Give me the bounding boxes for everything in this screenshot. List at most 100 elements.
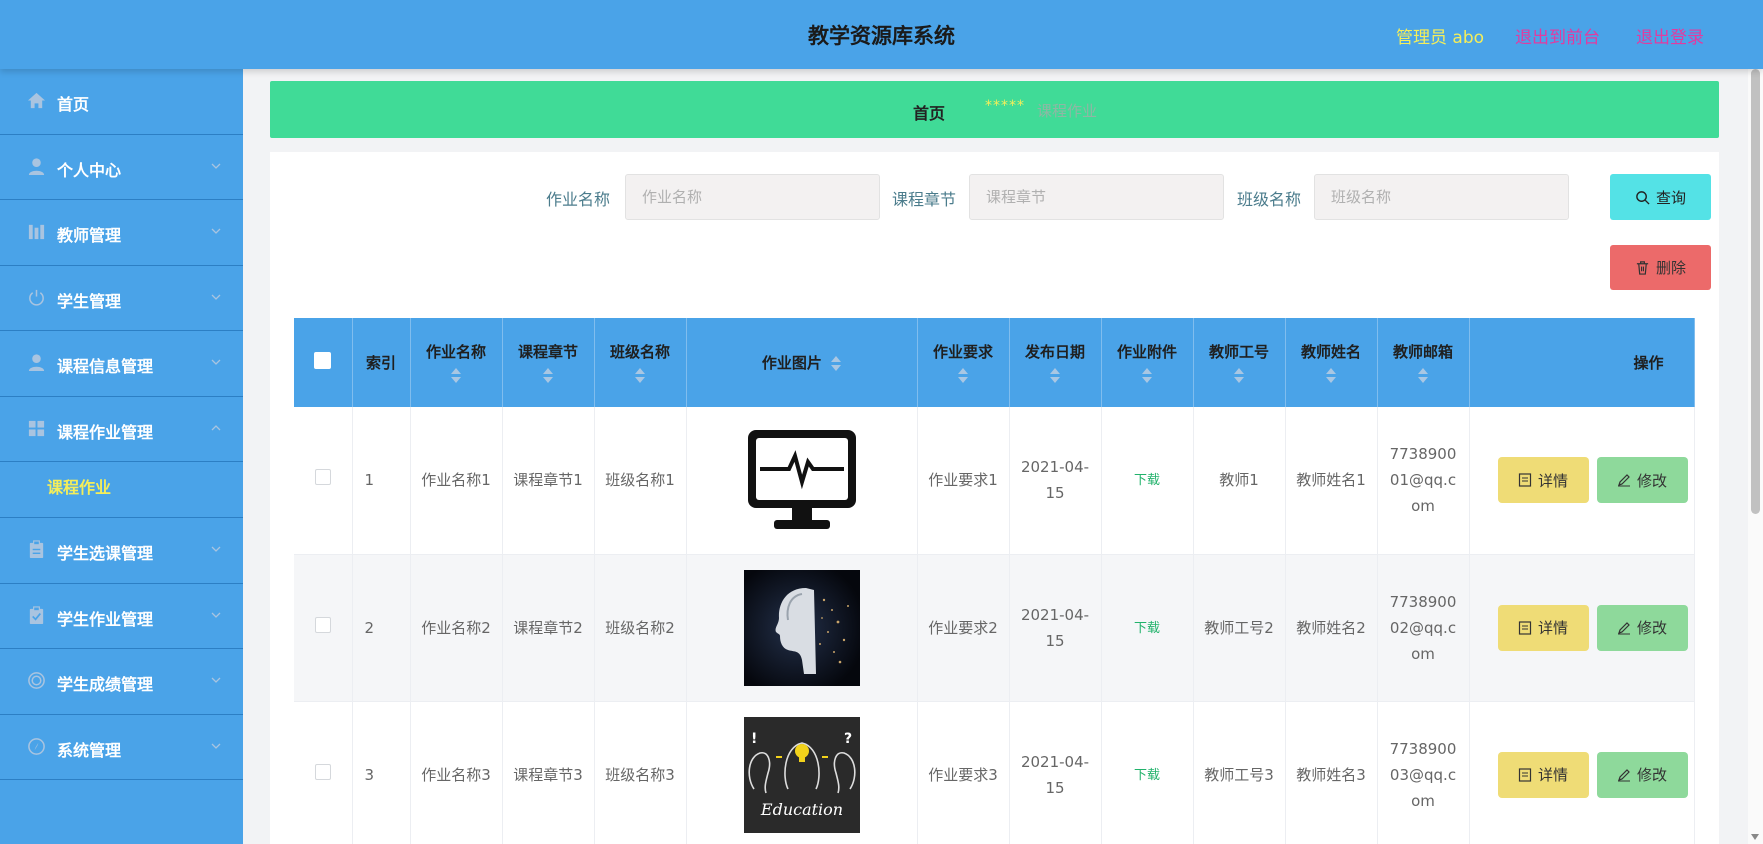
homework-image-education[interactable]: ! ? Education	[743, 716, 860, 833]
download-link[interactable]: 下载	[1134, 621, 1160, 636]
cell-chapter: 课程章节3	[502, 701, 595, 844]
edit-pen-icon	[1617, 474, 1630, 487]
cell-teacher-name: 教师姓名2	[1285, 554, 1378, 702]
edit-button-label: 修改	[1636, 472, 1667, 490]
edit-button[interactable]: 修改	[1596, 604, 1688, 651]
submenu: 课程作业	[0, 462, 243, 518]
submenu-item-course-homework[interactable]: 课程作业	[47, 474, 111, 498]
scrollbar-thumb[interactable]	[1751, 69, 1760, 514]
grid-icon	[28, 420, 45, 436]
cell-homework-name: 作业名称3	[410, 701, 503, 844]
breadcrumb-separator: *****	[985, 98, 1025, 114]
row-checkbox[interactable]	[314, 763, 331, 780]
column-header-label: 作业名称	[425, 343, 486, 361]
document-icon	[1518, 767, 1532, 782]
back-to-front-link[interactable]: 退出到前台	[1515, 23, 1600, 48]
sort-icon[interactable]	[1142, 368, 1152, 384]
sort-icon[interactable]	[958, 368, 968, 384]
cell-teacher-id: 教师1	[1193, 407, 1286, 555]
homework-table: 索引 作业名称 课程章节 班级名称 作业图片 作业要求 发布日期 作业附件 教师…	[294, 318, 1695, 844]
download-link[interactable]: 下载	[1134, 768, 1160, 783]
column-header-requirement[interactable]: 作业要求	[917, 318, 1010, 407]
sidebar-item-label: 首页	[57, 95, 90, 114]
delete-button-label: 删除	[1655, 260, 1686, 277]
query-button[interactable]: 查询	[1610, 174, 1711, 220]
column-header-teacher-email[interactable]: 教师邮箱	[1377, 318, 1470, 407]
download-link[interactable]: 下载	[1134, 473, 1160, 488]
sidebar-item-student-homework-management[interactable]: 学生作业管理	[0, 584, 243, 649]
cell-homework-name: 作业名称2	[410, 554, 503, 702]
sidebar-item-teacher-management[interactable]: 教师管理	[0, 200, 243, 266]
row-checkbox-cell	[294, 407, 353, 555]
edit-button[interactable]: 修改	[1596, 751, 1688, 798]
cell-attachment: 下载	[1101, 701, 1194, 844]
detail-button-label: 详情	[1537, 767, 1568, 784]
column-header-image[interactable]: 作业图片	[686, 318, 918, 407]
column-header-publish-date[interactable]: 发布日期	[1009, 318, 1102, 407]
sidebar-item-home[interactable]: 首页	[0, 69, 243, 135]
chevron-down-icon	[211, 163, 221, 169]
cell-chapter: 课程章节2	[502, 554, 595, 702]
column-header-label: 作业图片	[761, 354, 822, 372]
breadcrumb-home[interactable]: 首页	[913, 100, 945, 124]
detail-button[interactable]: 详情	[1497, 751, 1589, 798]
sort-icon[interactable]	[831, 355, 842, 372]
query-button-label: 查询	[1655, 189, 1686, 207]
class-name-input[interactable]	[1314, 174, 1569, 220]
logout-link[interactable]: 退出登录	[1636, 23, 1704, 48]
delete-button[interactable]: 删除	[1610, 245, 1711, 290]
sidebar-item-system-management[interactable]: 系统管理	[0, 715, 243, 780]
sidebar-item-label: 学生管理	[57, 291, 122, 311]
vertical-scrollbar[interactable]	[1748, 69, 1763, 844]
cell-homework-name: 作业名称1	[410, 407, 503, 555]
homework-image-monitor[interactable]	[743, 422, 860, 539]
sidebar-item-student-management[interactable]: 学生管理	[0, 266, 243, 331]
homework-name-label: 作业名称	[546, 190, 611, 209]
scroll-down-arrow-icon[interactable]	[1751, 834, 1759, 840]
cell-teacher-name: 教师姓名1	[1285, 407, 1378, 555]
detail-button[interactable]: 详情	[1497, 457, 1589, 504]
chapter-input[interactable]	[969, 174, 1224, 220]
cell-teacher-name: 教师姓名3	[1285, 701, 1378, 844]
row-checkbox[interactable]	[314, 616, 331, 633]
column-header-actions: 操作	[1469, 318, 1695, 407]
sort-icon[interactable]	[451, 368, 461, 384]
document-icon	[1518, 620, 1532, 635]
detail-button-label: 详情	[1537, 620, 1568, 637]
user-icon	[28, 354, 45, 372]
cell-teacher-email: 773890002@qq.com	[1377, 554, 1470, 702]
sort-icon[interactable]	[1418, 368, 1428, 384]
sidebar-item-student-grades-management[interactable]: 学生成绩管理	[0, 649, 243, 715]
sort-icon[interactable]	[1234, 368, 1244, 384]
cell-attachment: 下载	[1101, 554, 1194, 702]
column-header-teacher-name[interactable]: 教师姓名	[1285, 318, 1378, 407]
column-header-attachment[interactable]: 作业附件	[1101, 318, 1194, 407]
sidebar-item-personal-center[interactable]: 个人中心	[0, 135, 243, 200]
detail-button[interactable]: 详情	[1497, 604, 1589, 651]
sidebar-item-course-info-management[interactable]: 课程信息管理	[0, 331, 243, 397]
clipboard-check-icon	[29, 605, 44, 624]
sort-icon[interactable]	[635, 368, 645, 384]
sort-icon[interactable]	[1326, 368, 1336, 384]
column-header-homework-name[interactable]: 作业名称	[410, 318, 503, 407]
row-checkbox[interactable]	[314, 469, 331, 486]
homework-name-input[interactable]	[625, 174, 880, 220]
column-header-chapter[interactable]: 课程章节	[502, 318, 595, 407]
chevron-down-icon	[211, 228, 221, 234]
sidebar-item-student-course-selection[interactable]: 学生选课管理	[0, 518, 243, 584]
column-header-teacher-id[interactable]: 教师工号	[1193, 318, 1286, 407]
sort-icon[interactable]	[543, 368, 553, 384]
homework-image-ai-face[interactable]	[743, 569, 860, 686]
cell-actions: 详情 修改	[1469, 701, 1695, 844]
chapter-label: 课程章节	[892, 190, 957, 209]
detail-button-label: 详情	[1537, 472, 1568, 490]
column-header-label: 作业附件	[1116, 343, 1177, 361]
sidebar-item-label: 个人中心	[57, 160, 122, 180]
select-all-checkbox[interactable]	[314, 352, 332, 369]
column-header-class-name[interactable]: 班级名称	[594, 318, 687, 407]
edit-pen-icon	[1617, 768, 1630, 781]
edit-button[interactable]: 修改	[1596, 457, 1688, 504]
sidebar-item-course-homework-management[interactable]: 课程作业管理	[0, 397, 243, 462]
sort-icon[interactable]	[1050, 368, 1060, 384]
chart-icon	[28, 224, 45, 240]
